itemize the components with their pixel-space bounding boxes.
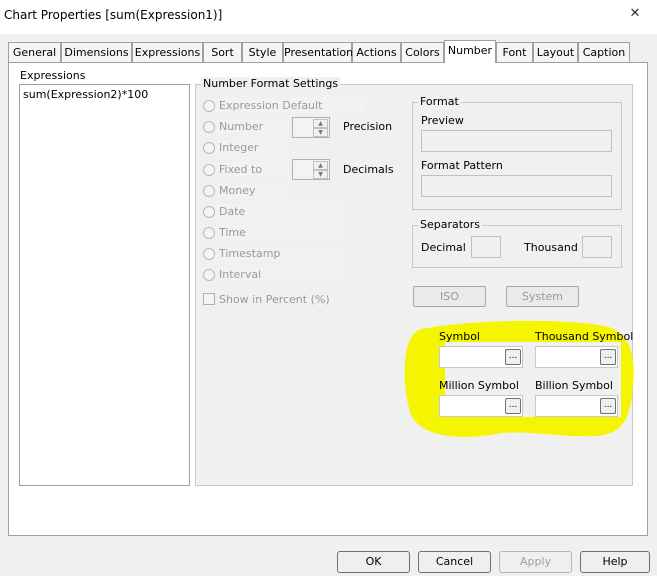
tab-layout[interactable]: Layout bbox=[533, 42, 578, 62]
option-label: Expression Default bbox=[216, 98, 365, 113]
million-symbol-browse-button[interactable]: ... bbox=[505, 398, 521, 414]
tab-dimensions[interactable]: Dimensions bbox=[61, 42, 132, 62]
expressions-label: Expressions bbox=[20, 69, 86, 82]
option-label: Fixed to bbox=[216, 162, 289, 177]
tab-colors[interactable]: Colors bbox=[401, 42, 444, 62]
expressions-list[interactable]: sum(Expression2)*100 bbox=[19, 84, 190, 486]
number-format-title: Number Format Settings bbox=[201, 77, 341, 90]
tab-strip: General Dimensions Expressions Sort Styl… bbox=[8, 40, 648, 63]
billion-symbol-field[interactable]: ... bbox=[535, 395, 618, 417]
tab-sort[interactable]: Sort bbox=[203, 42, 242, 62]
window-title: Chart Properties [sum(Expression1)] bbox=[4, 8, 223, 22]
iso-button[interactable]: ISO bbox=[413, 286, 486, 307]
radio-date[interactable] bbox=[203, 206, 215, 218]
list-item[interactable]: sum(Expression2)*100 bbox=[23, 88, 148, 101]
option-label: Date bbox=[216, 204, 343, 219]
precision-label: Precision bbox=[343, 120, 393, 133]
radio-number[interactable] bbox=[203, 121, 215, 133]
billion-symbol-label: Billion Symbol bbox=[535, 379, 613, 392]
million-symbol-label: Million Symbol bbox=[439, 379, 519, 392]
separators-title: Separators bbox=[418, 218, 483, 231]
decimals-label: Decimals bbox=[343, 163, 394, 176]
tab-caption[interactable]: Caption bbox=[578, 42, 630, 62]
tab-style[interactable]: Style bbox=[242, 42, 283, 62]
tab-number[interactable]: Number bbox=[444, 40, 496, 63]
option-label: Money bbox=[216, 183, 289, 198]
tab-expressions[interactable]: Expressions bbox=[132, 42, 203, 62]
tab-presentation[interactable]: Presentation bbox=[283, 42, 353, 62]
decimal-separator-field[interactable] bbox=[471, 236, 501, 258]
billion-symbol-browse-button[interactable]: ... bbox=[600, 398, 616, 414]
format-title: Format bbox=[418, 95, 461, 108]
ok-button[interactable]: OK bbox=[337, 551, 410, 573]
apply-button[interactable]: Apply bbox=[499, 551, 572, 573]
spin-down-icon[interactable]: ▼ bbox=[313, 170, 328, 179]
symbol-field[interactable]: ... bbox=[439, 346, 523, 368]
thousand-symbol-field[interactable]: ... bbox=[535, 346, 618, 368]
option-label: Time bbox=[216, 225, 343, 240]
show-in-percent-label: Show in Percent (%) bbox=[219, 293, 330, 306]
option-label: Interval bbox=[216, 267, 343, 282]
thousand-separator-field[interactable] bbox=[582, 236, 612, 258]
cancel-button[interactable]: Cancel bbox=[418, 551, 491, 573]
format-pattern-label: Format Pattern bbox=[421, 159, 503, 172]
radio-time[interactable] bbox=[203, 227, 215, 239]
decimal-separator-label: Decimal bbox=[421, 241, 466, 254]
spin-up-icon[interactable]: ▲ bbox=[313, 161, 328, 170]
radio-money[interactable] bbox=[203, 185, 215, 197]
spin-down-icon[interactable]: ▼ bbox=[313, 128, 328, 137]
tab-actions[interactable]: Actions bbox=[352, 42, 401, 62]
format-pattern-field[interactable] bbox=[421, 175, 612, 197]
title-bar: Chart Properties [sum(Expression1)] ✕ bbox=[0, 0, 657, 34]
precision-stepper[interactable]: ▲ ▼ bbox=[292, 117, 330, 138]
preview-field bbox=[421, 130, 612, 152]
tab-font[interactable]: Font bbox=[496, 42, 533, 62]
radio-integer[interactable] bbox=[203, 142, 215, 154]
close-icon[interactable]: ✕ bbox=[620, 5, 650, 23]
symbol-label: Symbol bbox=[439, 330, 480, 343]
decimals-stepper[interactable]: ▲ ▼ bbox=[292, 159, 330, 180]
radio-interval[interactable] bbox=[203, 269, 215, 281]
system-button[interactable]: System bbox=[506, 286, 579, 307]
thousand-symbol-label: Thousand Symbol bbox=[535, 330, 634, 343]
tab-general[interactable]: General bbox=[8, 42, 61, 62]
show-in-percent-checkbox[interactable] bbox=[203, 293, 215, 305]
thousand-separator-label: Thousand bbox=[524, 241, 578, 254]
preview-label: Preview bbox=[421, 114, 464, 127]
thousand-symbol-browse-button[interactable]: ... bbox=[600, 349, 616, 365]
option-label: Number bbox=[216, 119, 289, 134]
symbol-browse-button[interactable]: ... bbox=[505, 349, 521, 365]
radio-expression-default[interactable] bbox=[203, 100, 215, 112]
option-label: Integer bbox=[216, 140, 289, 155]
radio-fixed-to[interactable] bbox=[203, 164, 215, 176]
million-symbol-field[interactable]: ... bbox=[439, 395, 523, 417]
radio-timestamp[interactable] bbox=[203, 248, 215, 260]
help-button[interactable]: Help bbox=[580, 551, 650, 573]
spin-up-icon[interactable]: ▲ bbox=[313, 119, 328, 128]
option-label: Timestamp bbox=[216, 246, 343, 261]
